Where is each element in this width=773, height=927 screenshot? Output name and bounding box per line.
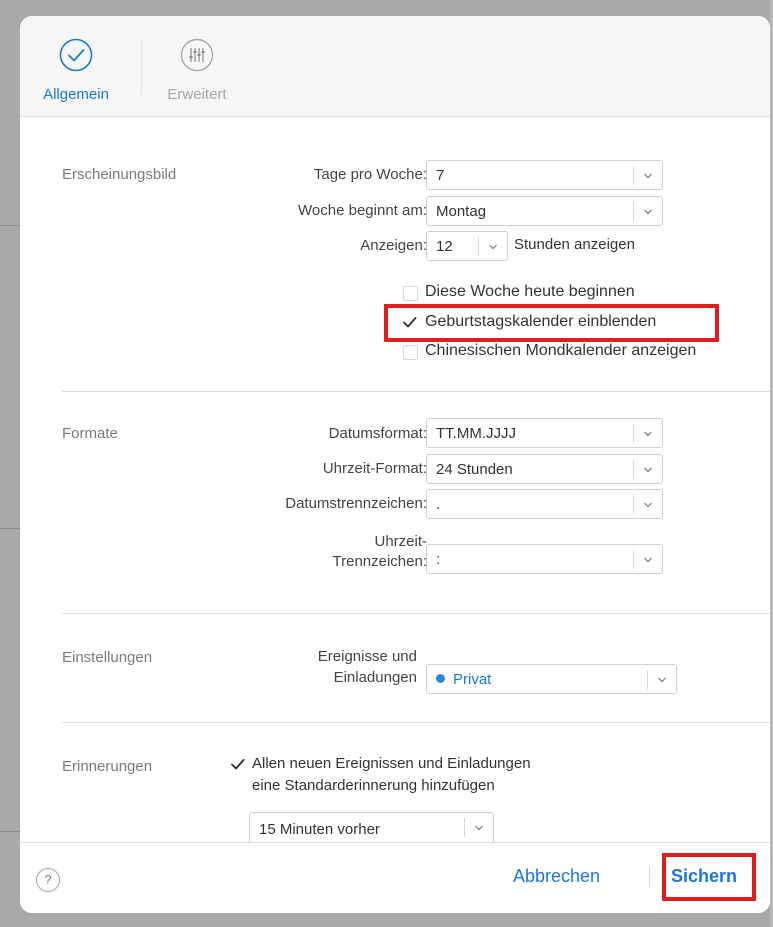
background-line: [0, 225, 20, 226]
tab-divider: [141, 38, 142, 94]
section-title-appearance: Erscheinungsbild: [62, 166, 177, 183]
events-calendar-select[interactable]: Privat: [426, 664, 677, 694]
week-starts-value: Montag: [436, 203, 487, 220]
section-title-settings: Einstellungen: [62, 649, 153, 666]
days-per-week-select[interactable]: 7: [426, 160, 663, 190]
tab-general-label: Allgemein: [43, 86, 109, 103]
events-label-line1: Ereignisse und: [317, 648, 417, 665]
section-divider: [62, 391, 770, 392]
date-format-select[interactable]: TT.MM.JJJJ: [426, 418, 663, 448]
events-calendar-name: Privat: [453, 671, 492, 688]
default-reminder-label-line1: Allen neuen Ereignissen und Einladungen: [252, 755, 531, 772]
chevron-down-icon: [644, 209, 652, 215]
tab-advanced-label: Erweitert: [167, 86, 227, 103]
events-calendar-value: Privat: [436, 671, 491, 688]
section-divider: [62, 722, 770, 723]
background-line: [0, 831, 20, 832]
date-separator-select[interactable]: .: [426, 489, 663, 519]
display-hours-suffix: Stunden anzeigen: [514, 236, 635, 253]
chevron-down-icon: [644, 173, 652, 179]
time-format-value: 24 Stunden: [436, 461, 513, 478]
checkbox-default-reminder[interactable]: [230, 757, 245, 772]
checkbox-chinese-lunar-label: Chinesischen Mondkalender anzeigen: [425, 342, 697, 359]
chevron-down-icon: [644, 557, 652, 563]
chevron-down-icon: [644, 502, 652, 508]
checkbox-chinese-lunar[interactable]: [403, 345, 418, 360]
date-separator-label: Datumstrennzeichen:: [285, 495, 427, 512]
preferences-toolbar: Allgemein Erweitert: [20, 16, 770, 117]
week-starts-select[interactable]: Montag: [426, 196, 663, 226]
checkmark-circle-icon: [59, 38, 93, 72]
chevron-down-icon: [644, 431, 652, 437]
days-per-week-label: Tage pro Woche:: [313, 166, 427, 183]
footer-button-divider: [649, 867, 650, 887]
highlight-birthday-calendar: [384, 304, 719, 342]
chevron-down-icon: [644, 467, 652, 473]
date-separator-value: .: [436, 496, 441, 513]
chevron-down-icon: [475, 825, 483, 831]
dialog-footer: ? Abbrechen Sichern: [20, 842, 770, 913]
section-title-reminders: Erinnerungen: [62, 758, 153, 775]
select-separator: [633, 166, 634, 185]
sliders-icon: [180, 38, 214, 72]
select-separator: [633, 460, 634, 479]
time-format-select[interactable]: 24 Stunden: [426, 454, 663, 484]
display-hours-select[interactable]: 12: [426, 231, 508, 261]
help-button[interactable]: ?: [36, 868, 60, 892]
week-starts-label: Woche beginnt am:: [298, 202, 427, 219]
calendar-color-dot: [436, 674, 445, 683]
select-separator: [633, 424, 634, 443]
time-separator-value: :: [436, 551, 441, 568]
select-separator: [647, 670, 648, 689]
select-separator: [633, 495, 634, 514]
highlight-save-button: [662, 853, 756, 901]
section-divider: [62, 613, 770, 614]
display-hours-label: Anzeigen:: [360, 237, 427, 254]
chevron-down-icon: [489, 244, 497, 250]
checkbox-start-week-today[interactable]: [403, 286, 418, 301]
select-separator: [633, 550, 634, 569]
chevron-down-icon: [658, 677, 666, 683]
select-separator: [478, 237, 479, 256]
cancel-button[interactable]: Abbrechen: [513, 866, 600, 887]
preferences-content[interactable]: Erscheinungsbild Tage pro Woche: 7 Woche…: [20, 117, 770, 842]
date-format-label: Datumsformat:: [328, 425, 427, 442]
select-separator: [464, 818, 465, 837]
reminder-time-value: 15 Minuten vorher: [259, 821, 380, 838]
section-title-formats: Formate: [62, 425, 118, 442]
tab-general[interactable]: Allgemein: [32, 16, 120, 116]
default-reminder-label-line2: eine Standarderinnerung hinzufügen: [252, 777, 495, 794]
time-format-label: Uhrzeit-Format:: [322, 460, 427, 477]
time-separator-label-line1: Uhrzeit-: [374, 533, 427, 550]
date-format-value: TT.MM.JJJJ: [436, 425, 516, 442]
background-line: [0, 528, 20, 529]
display-hours-value: 12: [436, 238, 453, 255]
days-per-week-value: 7: [436, 167, 445, 184]
select-separator: [633, 202, 634, 221]
reminder-time-select[interactable]: 15 Minuten vorher: [249, 812, 494, 842]
checkbox-start-week-today-label: Diese Woche heute beginnen: [425, 283, 635, 300]
time-separator-select[interactable]: :: [426, 544, 663, 574]
tab-advanced[interactable]: Erweitert: [152, 16, 242, 116]
calendar-preferences-dialog: Allgemein Erweitert Erscheinungsbild Tag…: [20, 16, 770, 913]
events-label-line2: Einladungen: [333, 669, 417, 686]
time-separator-label-line2: Trennzeichen:: [332, 553, 428, 570]
